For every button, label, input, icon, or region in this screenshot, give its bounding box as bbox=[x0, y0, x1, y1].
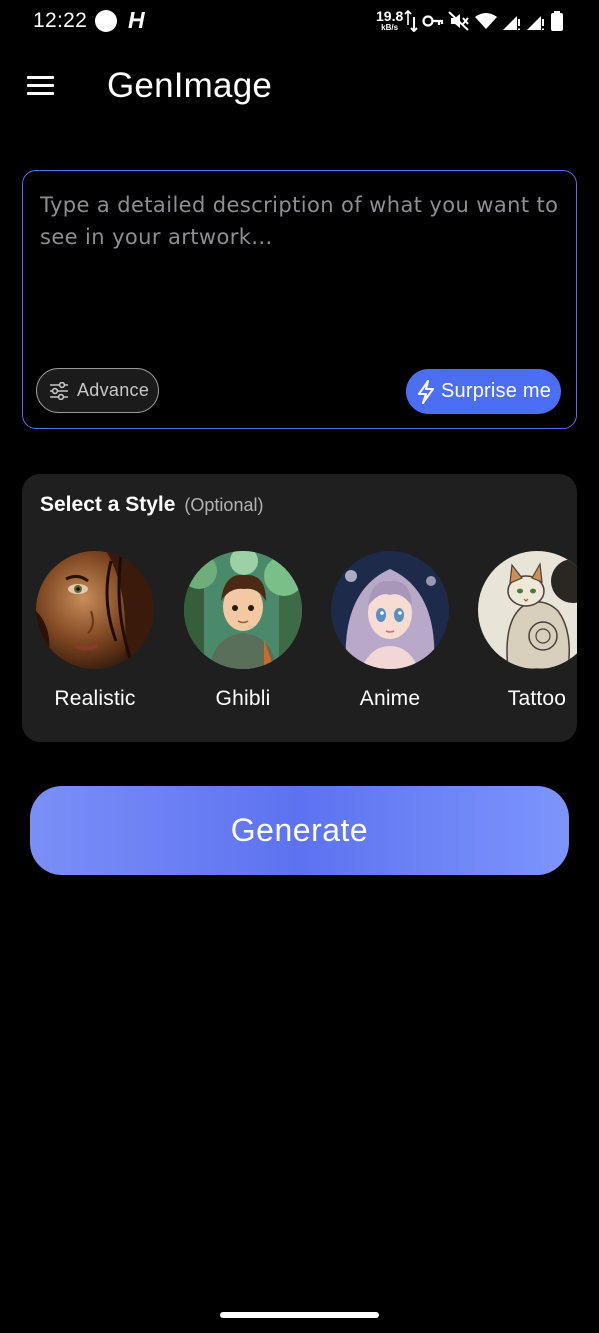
hamburger-menu-icon[interactable] bbox=[26, 74, 56, 98]
home-indicator[interactable] bbox=[220, 1312, 379, 1318]
generate-button[interactable]: Generate bbox=[30, 786, 569, 875]
status-time: 12:22 bbox=[33, 9, 88, 32]
style-option-ghibli[interactable]: Ghibli bbox=[170, 551, 316, 711]
style-option-anime[interactable]: Anime bbox=[317, 551, 463, 711]
style-heading: Select a Style (Optional) bbox=[40, 493, 263, 517]
style-option-realistic[interactable]: Realistic bbox=[22, 551, 168, 711]
signal-icon bbox=[527, 16, 544, 30]
style-option-tattoo[interactable]: Tattoo bbox=[464, 551, 577, 711]
style-title: Select a Style bbox=[40, 493, 176, 516]
style-label: Realistic bbox=[54, 687, 136, 710]
sliders-icon bbox=[50, 381, 68, 400]
style-label: Anime bbox=[359, 687, 421, 710]
style-optional-label: (Optional) bbox=[184, 495, 264, 515]
status-bar: 12:22 H 19.8 kB/s bbox=[0, 0, 599, 44]
realistic-style-thumbnail bbox=[36, 551, 154, 669]
network-type-indicator: H bbox=[128, 7, 145, 33]
advance-button[interactable]: Advance bbox=[36, 368, 159, 413]
surprise-me-button[interactable]: Surprise me bbox=[406, 369, 561, 414]
app-screen: 12:22 H 19.8 kB/s GenImage Type a detail… bbox=[0, 0, 599, 1333]
style-label: Tattoo bbox=[507, 687, 567, 710]
ghibli-style-thumbnail bbox=[184, 551, 302, 669]
style-selector-card: Select a Style (Optional) Realistic Ghib… bbox=[22, 474, 577, 742]
notification-dot-icon bbox=[95, 10, 117, 32]
mute-icon bbox=[448, 11, 469, 31]
prompt-input[interactable] bbox=[40, 189, 560, 359]
style-label: Ghibli bbox=[215, 687, 271, 710]
anime-style-thumbnail bbox=[331, 551, 449, 669]
status-icons bbox=[404, 8, 564, 34]
data-arrows-icon bbox=[404, 10, 418, 32]
surprise-me-label: Surprise me bbox=[441, 380, 552, 402]
network-speed: 19.8 kB/s bbox=[376, 9, 403, 32]
generate-label: Generate bbox=[230, 812, 369, 848]
battery-icon bbox=[551, 11, 563, 31]
wifi-icon bbox=[475, 13, 497, 29]
tattoo-style-thumbnail bbox=[478, 551, 577, 669]
advance-label: Advance bbox=[77, 380, 150, 400]
prompt-card: Advance Surprise me bbox=[22, 170, 577, 429]
network-speed-value: 19.8 bbox=[376, 8, 404, 24]
lightning-bolt-icon bbox=[418, 379, 434, 404]
app-title: GenImage bbox=[107, 66, 273, 105]
vpn-key-icon bbox=[422, 15, 444, 27]
signal-icon bbox=[503, 16, 520, 30]
network-speed-unit: kB/s bbox=[381, 23, 399, 32]
